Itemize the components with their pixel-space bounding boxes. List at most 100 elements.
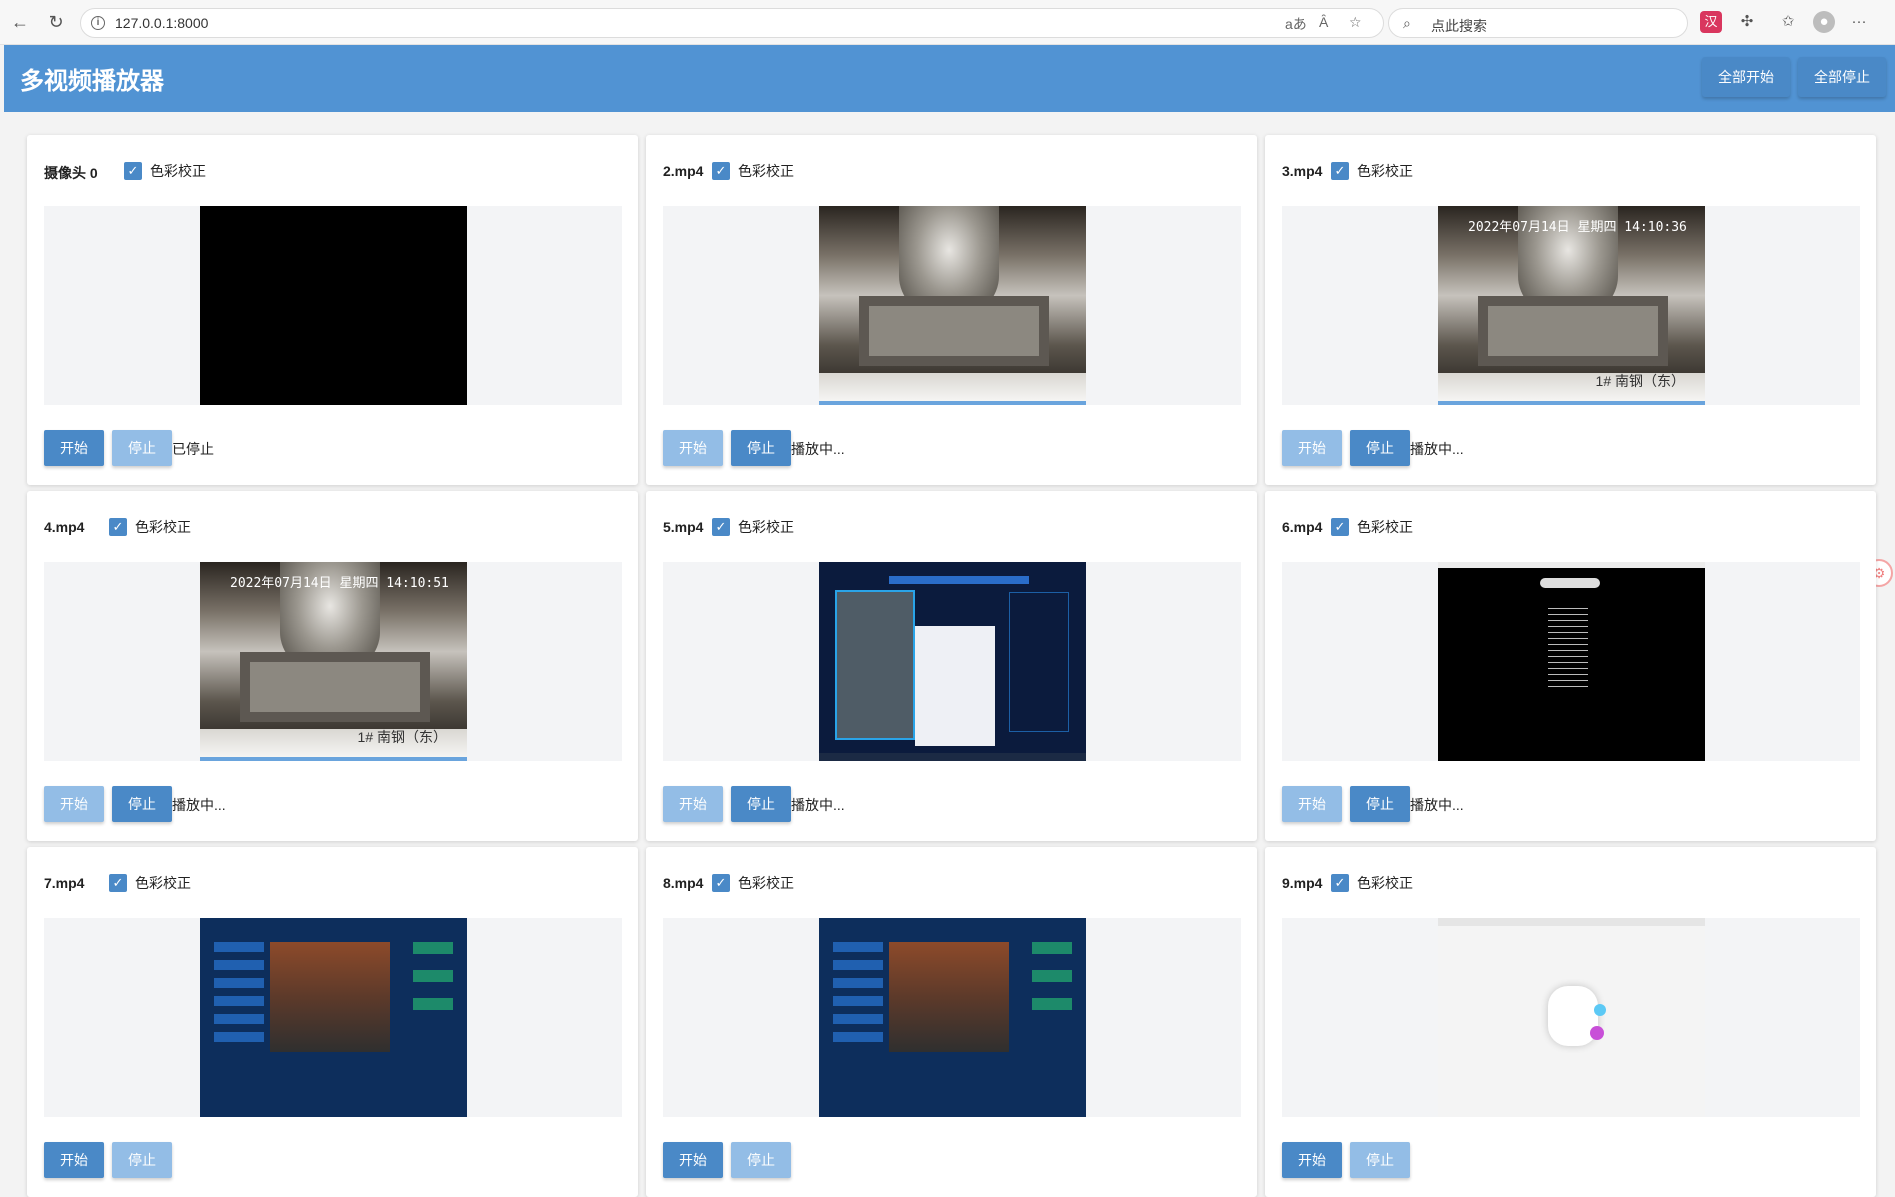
video-card: 2.mp4 ✓ 色彩校正开始 停止 播放中...: [646, 135, 1257, 485]
video-card: 4.mp4 ✓ 色彩校正 2022年07月14日 星期四 14:10:51 1# 南钢（…: [27, 491, 638, 841]
text-size-icon[interactable]: Ȃ: [1319, 14, 1328, 30]
video-frame[interactable]: 2022年07月14日 星期四 14:10:36 1# 南钢（东）: [1438, 206, 1705, 405]
color-correction-label: 色彩校正: [738, 163, 794, 179]
video-area: 2022年07月14日 星期四 14:10:51 1# 南钢（东）: [44, 562, 622, 761]
puzzle-icon[interactable]: ✣: [1736, 11, 1758, 33]
status-text: 已停止: [172, 441, 214, 457]
video-name: 7.mp4: [44, 875, 85, 891]
refresh-icon[interactable]: ↻: [44, 10, 68, 34]
video-area: [663, 562, 1241, 761]
video-area: [663, 918, 1241, 1117]
video-area: [44, 206, 622, 405]
favorite-icon[interactable]: ☆: [1349, 14, 1362, 31]
checkbox-checked-icon[interactable]: ✓: [1331, 162, 1349, 180]
video-frame[interactable]: [1438, 918, 1705, 1117]
status-text: 播放中...: [791, 797, 845, 813]
video-area: 2022年07月14日 星期四 14:10:36 1# 南钢（东）: [1282, 206, 1860, 405]
app-header: 多视频播放器 全部开始 全部停止: [4, 45, 1895, 112]
video-name: 8.mp4: [663, 875, 704, 891]
video-card: 7.mp4 ✓ 色彩校正开始 停止: [27, 847, 638, 1197]
color-correction-label: 色彩校正: [1357, 875, 1413, 891]
color-correction-toggle[interactable]: ✓ 色彩校正: [109, 873, 191, 893]
status-text: 播放中...: [1410, 797, 1464, 813]
checkbox-checked-icon[interactable]: ✓: [1331, 874, 1349, 892]
video-frame[interactable]: 2022年07月14日 星期四 14:10:51 1# 南钢（东）: [200, 562, 467, 761]
color-correction-toggle[interactable]: ✓ 色彩校正: [712, 517, 794, 537]
color-correction-toggle[interactable]: ✓ 色彩校正: [712, 161, 794, 181]
stop-button[interactable]: 停止: [731, 430, 791, 466]
video-card: 3.mp4 ✓ 色彩校正 2022年07月14日 星期四 14:10:36 1# 南钢（…: [1265, 135, 1876, 485]
start-button[interactable]: 开始: [1282, 430, 1342, 466]
color-correction-toggle[interactable]: ✓ 色彩校正: [1331, 873, 1413, 893]
checkbox-checked-icon[interactable]: ✓: [712, 162, 730, 180]
status-text: 播放中...: [791, 441, 845, 457]
address-bar[interactable]: i 127.0.0.1:8000 aあ Ȃ ☆: [80, 8, 1384, 38]
stop-button[interactable]: 停止: [112, 430, 172, 466]
start-button[interactable]: 开始: [1282, 786, 1342, 822]
stop-button[interactable]: 停止: [1350, 1142, 1410, 1178]
search-placeholder[interactable]: 点此搜索: [1431, 16, 1487, 36]
stop-button[interactable]: 停止: [1350, 786, 1410, 822]
stop-button[interactable]: 停止: [112, 786, 172, 822]
video-card: 6.mp4 ✓ 色彩校正开始 停止 播放中...: [1265, 491, 1876, 841]
video-frame[interactable]: [200, 206, 467, 405]
video-timestamp: 2022年07月14日 星期四 14:10:51: [230, 576, 449, 591]
video-frame[interactable]: [819, 206, 1086, 405]
url-text[interactable]: 127.0.0.1:8000: [115, 15, 208, 31]
color-correction-label: 色彩校正: [1357, 163, 1413, 179]
checkbox-checked-icon[interactable]: ✓: [109, 874, 127, 892]
video-name: 3.mp4: [1282, 163, 1323, 179]
color-correction-toggle[interactable]: ✓ 色彩校正: [1331, 161, 1413, 181]
color-correction-label: 色彩校正: [1357, 519, 1413, 535]
color-correction-toggle[interactable]: ✓ 色彩校正: [1331, 517, 1413, 537]
favorites-icon[interactable]: ✩: [1777, 11, 1799, 33]
read-aloud-icon[interactable]: aあ: [1285, 14, 1307, 34]
video-card: 9.mp4 ✓ 色彩校正开始 停止: [1265, 847, 1876, 1197]
video-name: 4.mp4: [44, 519, 85, 535]
video-name: 6.mp4: [1282, 519, 1323, 535]
start-button[interactable]: 开始: [663, 786, 723, 822]
stop-all-button[interactable]: 全部停止: [1798, 57, 1886, 97]
checkbox-checked-icon[interactable]: ✓: [712, 874, 730, 892]
stop-button[interactable]: 停止: [1350, 430, 1410, 466]
status-text: 播放中...: [1410, 441, 1464, 457]
search-box[interactable]: ⌕ 点此搜索: [1388, 8, 1688, 38]
checkbox-checked-icon[interactable]: ✓: [124, 162, 142, 180]
video-name: 摄像头 0: [44, 165, 98, 181]
color-correction-toggle[interactable]: ✓ 色彩校正: [124, 161, 206, 181]
video-card: 5.mp4 ✓ 色彩校正 开始 停止 播放中...: [646, 491, 1257, 841]
color-correction-label: 色彩校正: [135, 519, 191, 535]
video-area: [1282, 562, 1860, 761]
back-icon[interactable]: ←: [8, 10, 32, 34]
start-button[interactable]: 开始: [663, 1142, 723, 1178]
start-button[interactable]: 开始: [1282, 1142, 1342, 1178]
start-button[interactable]: 开始: [44, 786, 104, 822]
color-correction-toggle[interactable]: ✓ 色彩校正: [109, 517, 191, 537]
color-correction-toggle[interactable]: ✓ 色彩校正: [712, 873, 794, 893]
info-icon[interactable]: i: [91, 16, 105, 30]
profile-icon[interactable]: ●: [1813, 11, 1835, 33]
video-frame[interactable]: [1438, 562, 1705, 761]
start-button[interactable]: 开始: [663, 430, 723, 466]
start-all-button[interactable]: 全部开始: [1702, 57, 1790, 97]
video-frame[interactable]: [200, 918, 467, 1117]
stop-button[interactable]: 停止: [731, 1142, 791, 1178]
video-location: 1# 南钢（东）: [357, 729, 447, 745]
video-card: 8.mp4 ✓ 色彩校正开始 停止: [646, 847, 1257, 1197]
checkbox-checked-icon[interactable]: ✓: [712, 518, 730, 536]
start-button[interactable]: 开始: [44, 430, 104, 466]
video-name: 9.mp4: [1282, 875, 1323, 891]
start-button[interactable]: 开始: [44, 1142, 104, 1178]
video-frame[interactable]: [819, 562, 1086, 761]
video-frame[interactable]: [819, 918, 1086, 1117]
stop-button[interactable]: 停止: [731, 786, 791, 822]
checkbox-checked-icon[interactable]: ✓: [109, 518, 127, 536]
browser-toolbar: ← ↻ i 127.0.0.1:8000 aあ Ȃ ☆ ⌕ 点此搜索 汉 ✣ …: [0, 0, 1895, 45]
color-correction-label: 色彩校正: [738, 875, 794, 891]
extension-icon[interactable]: 汉: [1700, 11, 1722, 33]
checkbox-checked-icon[interactable]: ✓: [1331, 518, 1349, 536]
stop-button[interactable]: 停止: [112, 1142, 172, 1178]
status-text: 播放中...: [172, 797, 226, 813]
video-name: 2.mp4: [663, 163, 704, 179]
more-icon[interactable]: ···: [1848, 11, 1870, 33]
